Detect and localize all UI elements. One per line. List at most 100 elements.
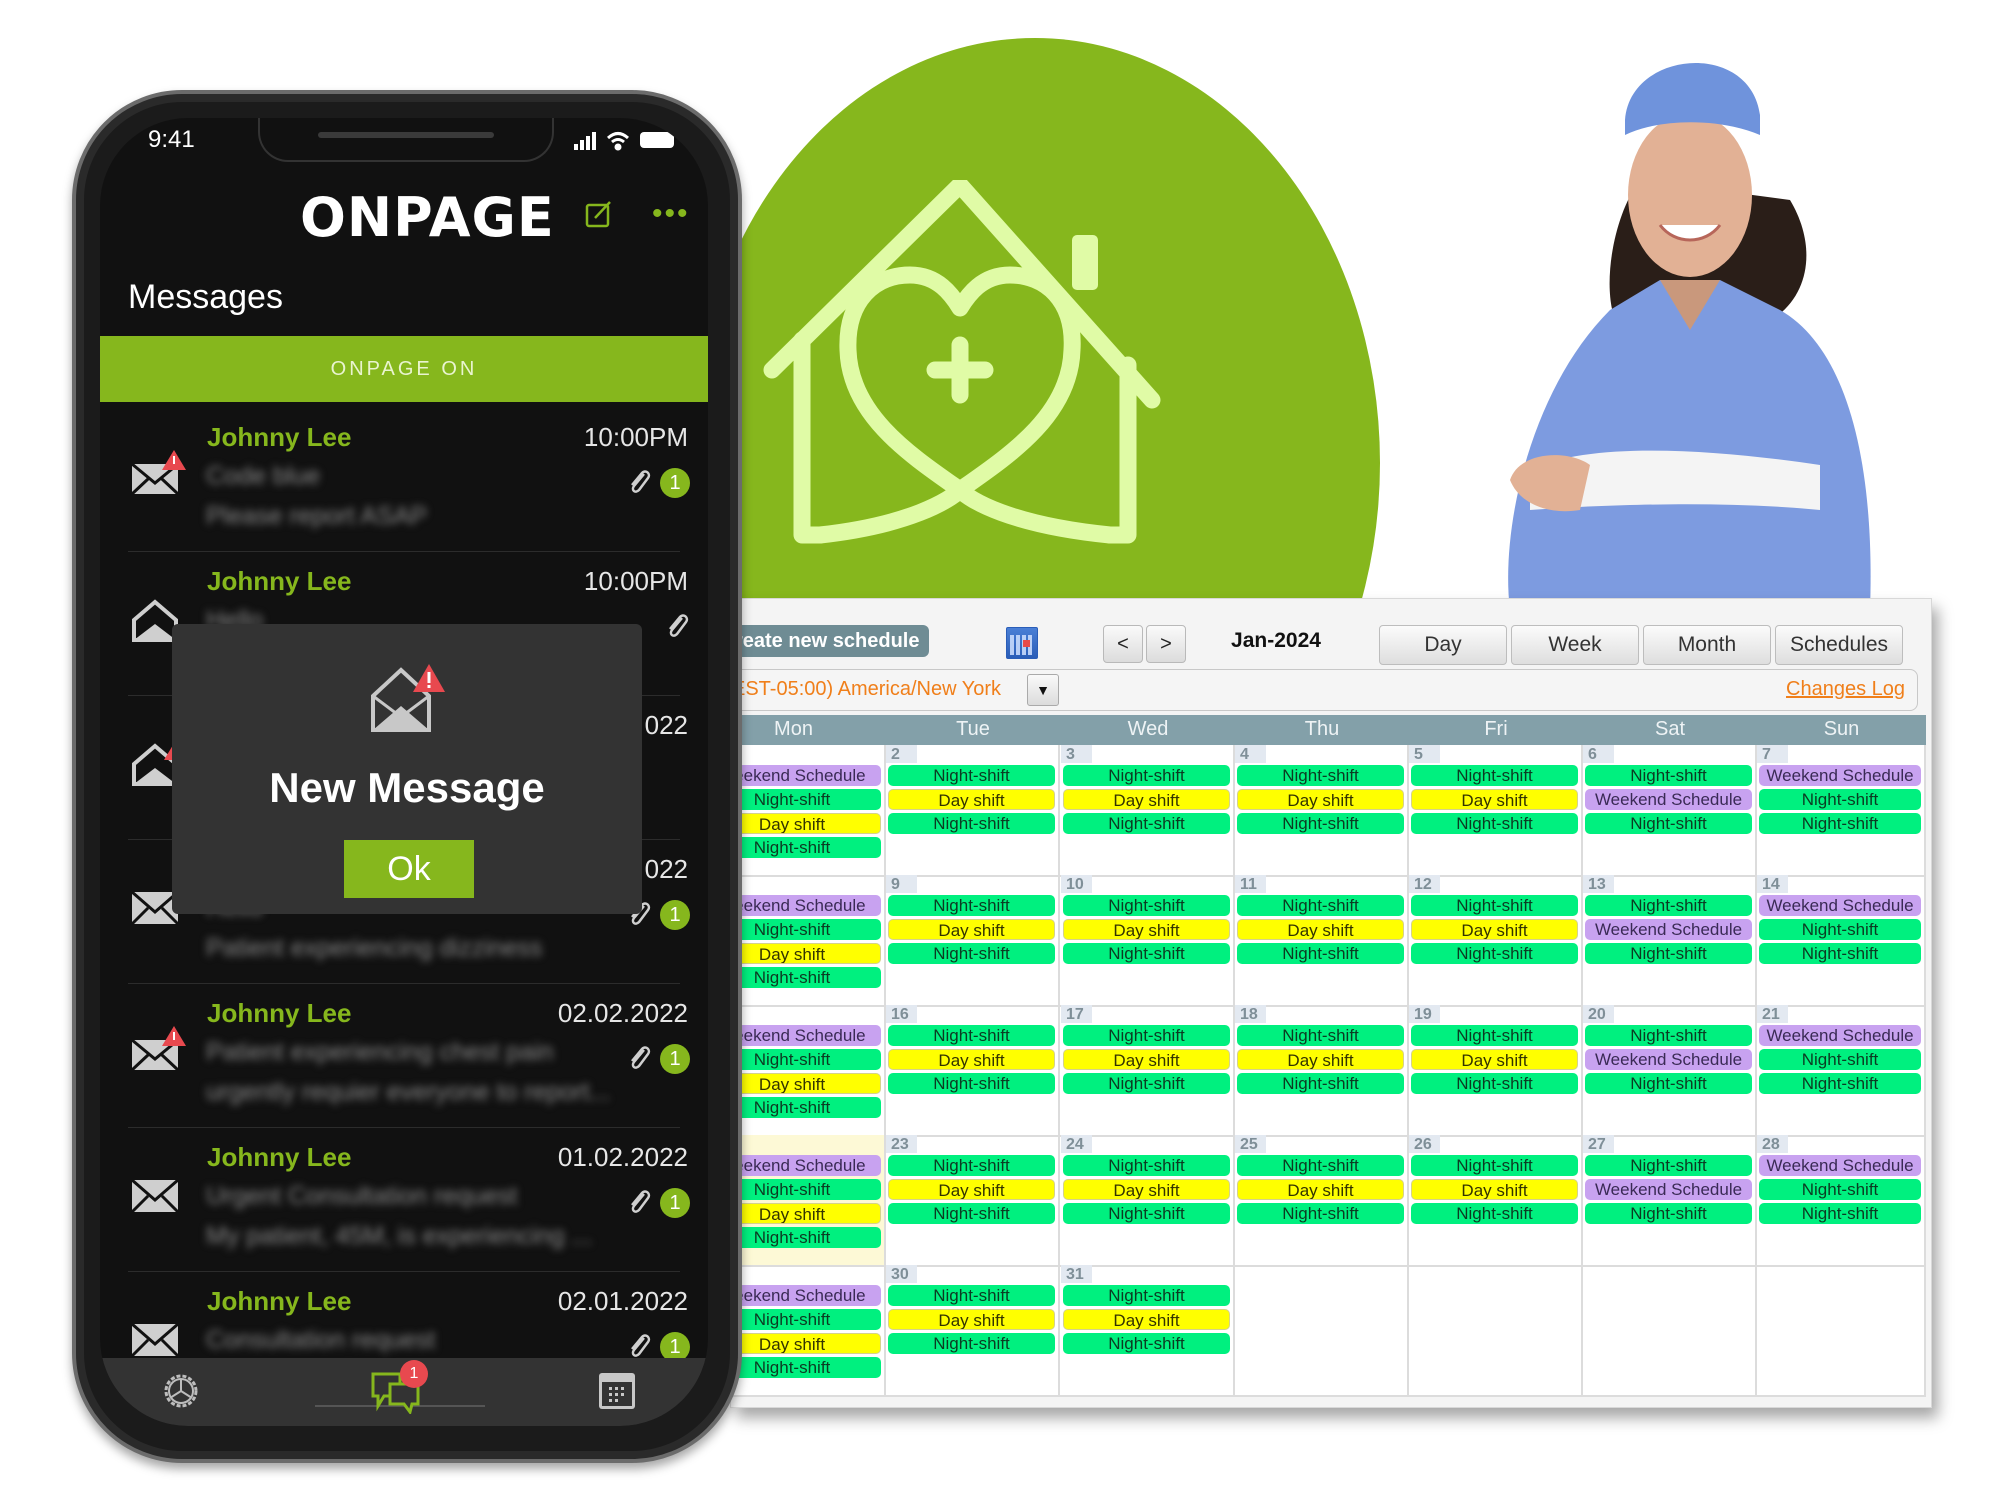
day-cell[interactable]: 31 Night-shift Day shift Night-shift (1061, 1265, 1235, 1395)
schedule-event-night[interactable]: Night-shift (1585, 1025, 1752, 1046)
schedule-event-night[interactable]: Night-shift (1237, 1155, 1404, 1176)
schedule-event-night[interactable]: Night-shift (1411, 1073, 1578, 1094)
schedule-event-day[interactable]: Day shift (1063, 789, 1230, 810)
schedule-event-night[interactable]: Night-shift (731, 1227, 881, 1248)
schedule-event-night[interactable]: Night-shift (1063, 943, 1230, 964)
schedule-event-night[interactable]: Night-shift (888, 1073, 1055, 1094)
day-cell[interactable]: 30 Night-shift Day shift Night-shift (886, 1265, 1060, 1395)
schedule-event-night[interactable]: Night-shift (1063, 1073, 1230, 1094)
schedule-event-night[interactable]: Night-shift (1411, 895, 1578, 916)
day-cell[interactable] (1409, 1265, 1583, 1395)
schedule-event-day[interactable]: Day shift (1411, 789, 1578, 810)
schedule-event-night[interactable]: Night-shift (1411, 943, 1578, 964)
ok-button[interactable]: Ok (344, 840, 474, 898)
schedule-event-weekend[interactable]: Weekend Schedule (1759, 895, 1921, 916)
schedule-event-night[interactable]: Night-shift (1063, 1025, 1230, 1046)
day-cell[interactable]: 1Weekend ScheduleNight-shiftDay shiftNig… (731, 745, 886, 875)
schedule-event-weekend[interactable]: Weekend Schedule (731, 895, 881, 916)
schedule-event-night[interactable]: Night-shift (1585, 1155, 1752, 1176)
timezone-dropdown-button[interactable]: ▼ (1027, 674, 1059, 706)
schedule-event-night[interactable]: Night-shift (1759, 1073, 1921, 1094)
schedule-event-weekend[interactable]: Weekend Schedule (731, 1025, 881, 1046)
day-cell[interactable]: 6 Night-shift Weekend Schedule Night-shift (1583, 745, 1757, 875)
day-cell[interactable]: 23 Night-shift Day shift Night-shift (886, 1135, 1060, 1265)
create-new-schedule-button[interactable]: Create new schedule (731, 625, 929, 657)
settings-gear-icon[interactable] (160, 1370, 202, 1412)
schedule-event-weekend[interactable]: Weekend Schedule (1759, 1155, 1921, 1176)
day-cell[interactable]: 10 Night-shift Day shift Night-shift (1061, 875, 1235, 1005)
schedule-event-day[interactable]: Day shift (1063, 1049, 1230, 1070)
schedule-event-day[interactable]: Day shift (888, 1179, 1055, 1200)
schedule-event-night[interactable]: Night-shift (1063, 765, 1230, 786)
schedule-event-weekend[interactable]: Weekend Schedule (731, 765, 881, 786)
schedule-event-day[interactable]: Day shift (1063, 1309, 1230, 1330)
day-cell[interactable]: 13 Night-shift Weekend Schedule Night-shift (1583, 875, 1757, 1005)
day-cell[interactable]: 19 Night-shift Day shift Night-shift (1409, 1005, 1583, 1135)
schedule-event-night[interactable]: Night-shift (1063, 895, 1230, 916)
view-month-button[interactable]: Month (1643, 625, 1771, 665)
schedule-event-night[interactable]: Night-shift (888, 1155, 1055, 1176)
schedule-event-night[interactable]: Night-shift (1063, 1285, 1230, 1306)
schedule-event-night[interactable]: Night-shift (888, 1333, 1055, 1354)
schedule-event-day[interactable]: Day shift (1411, 919, 1578, 940)
schedule-event-night[interactable]: Night-shift (1759, 813, 1921, 834)
schedule-event-day[interactable]: Day shift (731, 1073, 881, 1094)
view-week-button[interactable]: Week (1511, 625, 1639, 665)
schedule-event-weekend[interactable]: Weekend Schedule (731, 1155, 881, 1176)
schedule-event-day[interactable]: Day shift (888, 1049, 1055, 1070)
schedule-event-night[interactable]: Night-shift (731, 837, 881, 858)
day-cell[interactable]: 28 Weekend Schedule Night-shift Night-shift (1757, 1135, 1926, 1265)
schedule-event-night[interactable]: Night-shift (1237, 943, 1404, 964)
schedule-event-day[interactable]: Day shift (888, 1309, 1055, 1330)
day-cell[interactable]: 5 Night-shift Day shift Night-shift (1409, 745, 1583, 875)
compose-icon[interactable] (585, 200, 613, 228)
schedule-event-weekend[interactable]: Weekend Schedule (1585, 919, 1752, 940)
schedule-event-night[interactable]: Night-shift (1237, 813, 1404, 834)
day-cell[interactable]: 9 Night-shift Day shift Night-shift (886, 875, 1060, 1005)
day-cell[interactable]: 24 Night-shift Day shift Night-shift (1061, 1135, 1235, 1265)
schedule-event-night[interactable]: Night-shift (1063, 813, 1230, 834)
schedule-event-day[interactable]: Day shift (888, 919, 1055, 940)
schedule-event-night[interactable]: Night-shift (1759, 919, 1921, 940)
schedule-event-weekend[interactable]: Weekend Schedule (1585, 1049, 1752, 1070)
schedule-event-day[interactable]: Day shift (1411, 1179, 1578, 1200)
view-day-button[interactable]: Day (1379, 625, 1507, 665)
schedule-event-night[interactable]: Night-shift (1585, 895, 1752, 916)
schedule-event-night[interactable]: Night-shift (1759, 1049, 1921, 1070)
schedule-event-night[interactable]: Night-shift (888, 1025, 1055, 1046)
next-month-button[interactable]: > (1146, 625, 1186, 663)
day-cell[interactable] (1235, 1265, 1409, 1395)
calendar-picker-icon[interactable] (1006, 627, 1038, 659)
day-cell[interactable]: 18 Night-shift Day shift Night-shift (1235, 1005, 1409, 1135)
schedule-event-night[interactable]: Night-shift (1759, 789, 1921, 810)
schedule-event-night[interactable]: Night-shift (888, 765, 1055, 786)
day-cell[interactable]: 11 Night-shift Day shift Night-shift (1235, 875, 1409, 1005)
schedule-event-night[interactable]: Night-shift (1411, 1203, 1578, 1224)
schedule-event-day[interactable]: Day shift (888, 789, 1055, 810)
schedule-event-night[interactable]: Night-shift (1585, 943, 1752, 964)
schedule-event-night[interactable]: Night-shift (888, 813, 1055, 834)
schedule-event-night[interactable]: Night-shift (1063, 1203, 1230, 1224)
onpage-status-banner[interactable]: ONPAGE ON (100, 336, 708, 402)
day-cell[interactable]: 2 Night-shift Day shift Night-shift (886, 745, 1060, 875)
schedule-event-night[interactable]: Night-shift (1063, 1333, 1230, 1354)
schedule-event-night[interactable]: Night-shift (1411, 1025, 1578, 1046)
schedule-event-night[interactable]: Night-shift (1759, 1179, 1921, 1200)
schedule-event-night[interactable]: Night-shift (1063, 1155, 1230, 1176)
schedule-event-night[interactable]: Night-shift (731, 919, 881, 940)
schedule-event-night[interactable]: Night-shift (888, 943, 1055, 964)
day-cell[interactable]: 3 Night-shift Day shift Night-shift (1061, 745, 1235, 875)
day-cell[interactable]: 21 Weekend Schedule Night-shift Night-shift (1757, 1005, 1926, 1135)
schedule-event-night[interactable]: Night-shift (1411, 813, 1578, 834)
day-cell[interactable]: 25 Night-shift Day shift Night-shift (1235, 1135, 1409, 1265)
schedule-event-weekend[interactable]: Weekend Schedule (1585, 1179, 1752, 1200)
day-cell[interactable]: 15Weekend ScheduleNight-shiftDay shiftNi… (731, 1005, 886, 1135)
day-cell[interactable]: 17 Night-shift Day shift Night-shift (1061, 1005, 1235, 1135)
schedule-event-night[interactable]: Night-shift (1585, 1203, 1752, 1224)
previous-month-button[interactable]: < (1103, 625, 1143, 663)
schedule-event-weekend[interactable]: Weekend Schedule (731, 1285, 881, 1306)
schedule-event-night[interactable]: Night-shift (1585, 813, 1752, 834)
day-cell[interactable]: 8Weekend ScheduleNight-shiftDay shiftNig… (731, 875, 886, 1005)
schedule-event-night[interactable]: Night-shift (1237, 765, 1404, 786)
day-cell[interactable]: 14 Weekend Schedule Night-shift Night-shift (1757, 875, 1926, 1005)
